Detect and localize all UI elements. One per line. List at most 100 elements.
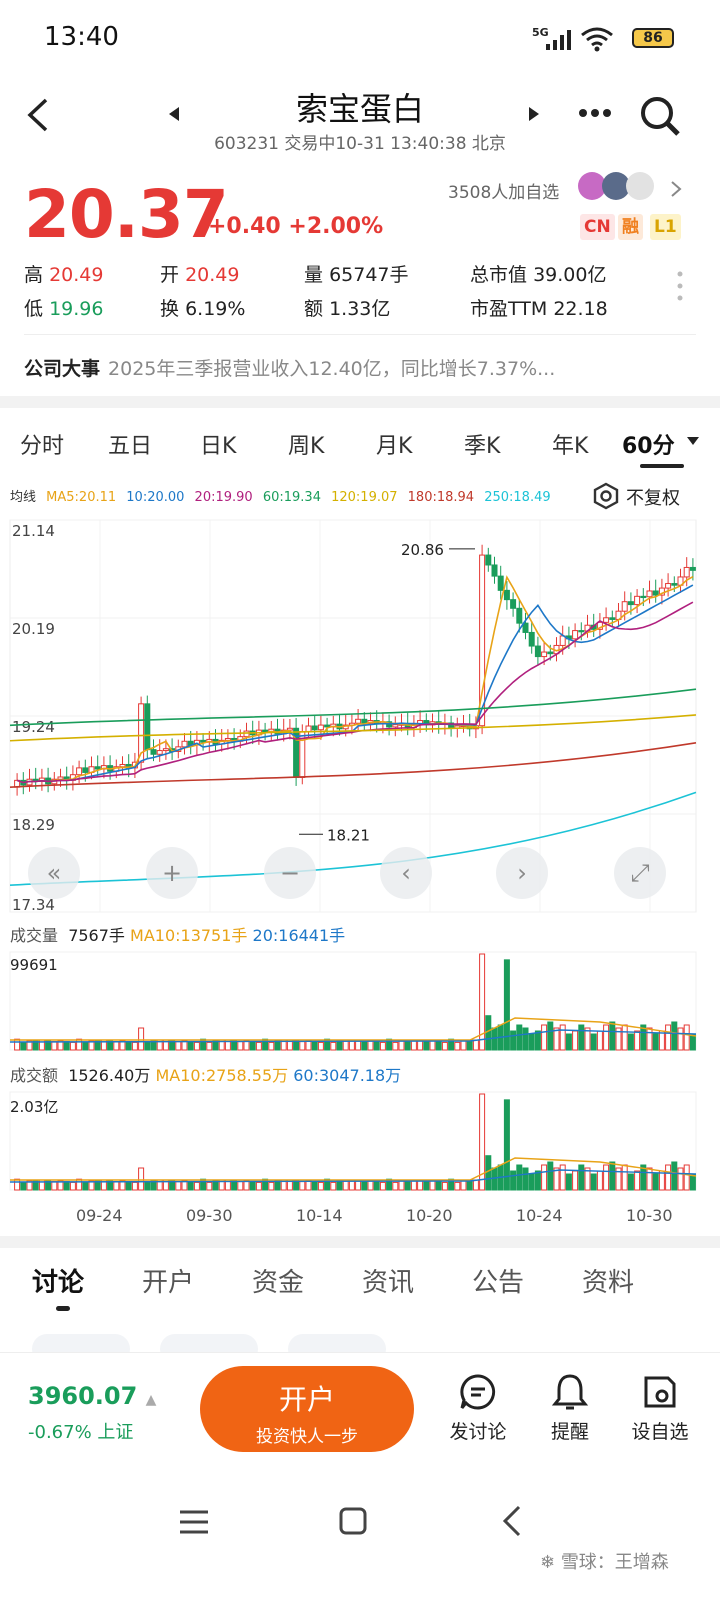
l1-badge: L1: [650, 214, 681, 240]
stat-volume: 量 65747手: [304, 264, 409, 286]
chevron-right-icon[interactable]: [670, 180, 682, 198]
tab-discussion[interactable]: 讨论: [32, 1262, 84, 1299]
volume-bar: [299, 1181, 306, 1191]
section-divider: [0, 1236, 720, 1248]
tab-60min[interactable]: 60分: [622, 428, 675, 460]
home-icon[interactable]: [338, 1506, 368, 1536]
more-stats-icon[interactable]: [676, 270, 684, 304]
fullscreen-icon: ⤢: [630, 859, 649, 887]
tab-daily-k[interactable]: 日K: [200, 428, 236, 460]
volume-bar: [311, 1041, 318, 1051]
price-tick-label: 19.24: [12, 718, 55, 736]
candle-body: [76, 767, 83, 776]
add-watchlist-button[interactable]: 设自选: [620, 1372, 700, 1444]
volume-bar: [423, 1041, 430, 1051]
volume-bar: [590, 1173, 597, 1191]
more-icon[interactable]: [578, 108, 612, 118]
volume-bar: [683, 1024, 690, 1051]
volume-bar: [20, 1181, 27, 1191]
nav-back-icon[interactable]: [500, 1504, 522, 1538]
x-tick-label: 10-24: [516, 1206, 563, 1225]
volume-bar: [175, 1041, 182, 1051]
candle-body: [392, 724, 399, 728]
volume-bar: [596, 1170, 603, 1191]
volume-bar: [305, 1040, 312, 1051]
volume-bar: [206, 1181, 213, 1191]
status-time: 13:40: [44, 22, 119, 52]
volume-bar: [528, 1173, 535, 1191]
tab-announcements[interactable]: 公告: [472, 1262, 524, 1299]
candle-body: [665, 583, 672, 589]
volume-bar: [367, 1040, 374, 1051]
recent-apps-icon[interactable]: [178, 1508, 210, 1536]
volume-bar: [206, 1041, 213, 1051]
tab-funds[interactable]: 资金: [252, 1262, 304, 1299]
volume-bar: [559, 1024, 566, 1051]
volume-bar: [534, 1170, 541, 1191]
candle-body: [627, 601, 634, 606]
volume-bar: [379, 1181, 386, 1191]
volume-bar: [627, 1033, 634, 1051]
volume-bar: [572, 1030, 579, 1051]
volume-bar: [621, 1164, 628, 1191]
ma-line: [9, 714, 697, 742]
volume-bar: [82, 1181, 89, 1191]
x-tick-label: 10-20: [406, 1206, 453, 1225]
next-stock-icon[interactable]: [528, 106, 540, 122]
candle-body: [317, 724, 324, 731]
volume-bar: [187, 1041, 194, 1051]
tab-weekly-k[interactable]: 周K: [288, 428, 324, 460]
period-tabs: 分时 五日 日K 周K 月K 季K 年K 60分: [0, 420, 720, 472]
volume-bar: [330, 1181, 337, 1191]
alert-button[interactable]: 提醒: [530, 1372, 610, 1444]
volume-bar: [541, 1164, 548, 1191]
follower-avatars[interactable]: [578, 172, 662, 202]
volume-bar: [522, 1167, 529, 1191]
tab-timeshare[interactable]: 分时: [20, 428, 64, 460]
zoom-out-icon: −: [280, 859, 300, 887]
tab-five-day[interactable]: 五日: [108, 428, 152, 460]
company-news[interactable]: 公司大事 2025年三季报营业收入12.40亿，同比增长7.37%...: [24, 354, 555, 381]
tab-yearly-k[interactable]: 年K: [552, 428, 588, 460]
volume-bar: [249, 1181, 256, 1191]
watchlist-settings-icon: [644, 1376, 676, 1408]
volume-bar: [268, 1181, 275, 1191]
volume-bar: [373, 1181, 380, 1191]
watermark: ❄ 雪球：王增森: [540, 1552, 669, 1573]
volume-bar: [317, 1041, 324, 1051]
post-discussion-button[interactable]: 发讨论: [438, 1372, 518, 1444]
candle-body: [503, 589, 510, 601]
index-change: -0.67% 上证: [28, 1422, 134, 1443]
volume-bar: [20, 1041, 27, 1051]
volume-bar: [609, 1161, 616, 1191]
volume-bar: [652, 1173, 659, 1191]
volume-bar: [671, 1161, 678, 1191]
volume-bar: [460, 1180, 467, 1191]
volume-bar: [485, 1155, 492, 1191]
volume-bar: [14, 1038, 21, 1051]
stock-title: 索宝蛋白: [295, 90, 424, 128]
open-account-button[interactable]: 开户 投资快人一步: [200, 1366, 414, 1452]
volume-bar: [237, 1181, 244, 1191]
tab-quarterly-k[interactable]: 季K: [464, 428, 500, 460]
tab-profile[interactable]: 资料: [582, 1262, 634, 1299]
tab-news[interactable]: 资讯: [362, 1262, 414, 1299]
index-value[interactable]: 3960.07 ▲: [28, 1382, 156, 1410]
volume-bar: [547, 1161, 554, 1191]
volume-bar: [665, 1164, 672, 1191]
candle-body: [57, 776, 64, 780]
tab-monthly-k[interactable]: 月K: [376, 428, 412, 460]
signal-icon: [546, 30, 571, 50]
volume-bar: [274, 1040, 281, 1051]
volume-legend: 成交量 7567手 MA10:13751手 20:16441手: [10, 926, 346, 945]
candle-body: [646, 590, 653, 598]
volume-bar: [559, 1164, 566, 1191]
followers-count[interactable]: 3508人加自选: [448, 178, 559, 203]
tab-account[interactable]: 开户: [142, 1262, 194, 1299]
volume-bar: [175, 1181, 182, 1191]
volume-bar: [249, 1041, 256, 1051]
x-tick-label: 10-14: [296, 1206, 343, 1225]
volume-bar: [572, 1170, 579, 1191]
dropdown-triangle-icon[interactable]: [686, 436, 700, 446]
candlestick-chart[interactable]: 21.14 20.19 19.24 18.29 17.34 20.86 18.21 « + − ‹ ›…: [0, 470, 720, 1240]
